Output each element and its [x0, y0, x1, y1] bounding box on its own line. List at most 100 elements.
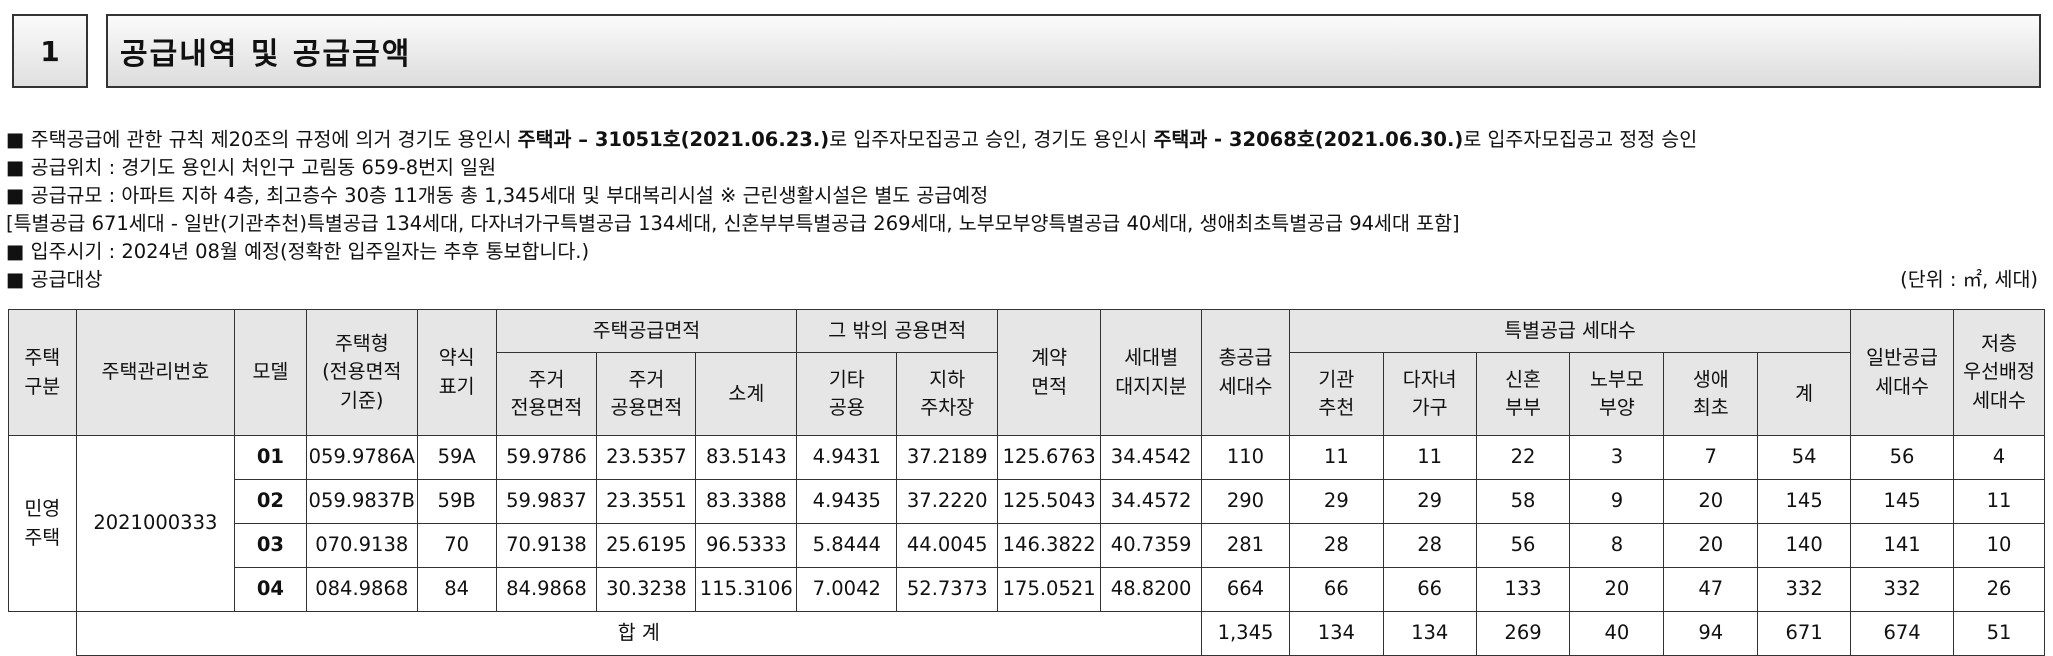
category-cell: 민영 주택: [8, 435, 77, 612]
bullet-icon: ■: [6, 184, 25, 207]
total-cell: 94: [1663, 611, 1759, 656]
table-cell: 059.9837B: [305, 479, 418, 524]
table-cell: 141: [1850, 523, 1955, 568]
table-row: 04 084.9868 84 84.9868 30.3238 115.3106 …: [9, 567, 2045, 612]
table-cell: 59B: [416, 479, 497, 524]
th-newlywed: 신혼 부부: [1475, 352, 1571, 436]
table-cell: 20: [1663, 523, 1759, 568]
table-cell: 146.3822: [997, 523, 1102, 568]
th-contract-area: 계약 면적: [997, 309, 1102, 436]
table-cell: 34.4572: [1100, 479, 1203, 524]
table-cell: 4.9431: [796, 435, 898, 480]
table-cell: 54: [1757, 435, 1852, 480]
scale-detail-text: [특별공급 671세대 - 일반(기관추천)특별공급 134세대, 다자녀가구특…: [6, 212, 1460, 235]
table-cell: 9: [1569, 479, 1665, 524]
table-cell: 59.9786: [495, 435, 598, 480]
section-title: 공급내역 및 공급금액: [106, 14, 2041, 88]
location-text: 공급위치 : 경기도 용인시 처인구 고림동 659-8번지 일원: [30, 156, 497, 179]
scale-text: 공급규모 : 아파트 지하 4층, 최고층수 30층 11개동 총 1,345세…: [30, 184, 989, 207]
table-cell: 7: [1663, 435, 1759, 480]
th-general: 일반공급 세대수: [1850, 309, 1955, 436]
note-move-in: ■ 입주시기 : 2024년 08월 예정(정확한 입주일자는 추후 통보합니다…: [6, 238, 2046, 266]
table-cell: 11: [1288, 435, 1384, 480]
th-common-area: 주거 공용면적: [596, 352, 697, 436]
th-etc-common: 기타 공용: [796, 352, 898, 436]
table-cell: 125.6763: [997, 435, 1102, 480]
table-cell: 02: [234, 479, 307, 524]
bullet-icon: ■: [6, 240, 25, 263]
total-cell: 269: [1475, 611, 1571, 656]
table-cell: 5.8444: [796, 523, 898, 568]
table-cell: 66: [1382, 567, 1477, 612]
table-cell: 44.0045: [896, 523, 999, 568]
th-short: 약식 표기: [416, 309, 497, 436]
table-cell: 332: [1850, 567, 1955, 612]
table-cell: 96.5333: [695, 523, 798, 568]
table-cell: 070.9138: [305, 523, 418, 568]
table-cell: 29: [1382, 479, 1477, 524]
table-cell: 59.9837: [495, 479, 598, 524]
table-cell: 20: [1663, 479, 1759, 524]
bullet-icon: ■: [6, 268, 25, 291]
table-cell: 133: [1475, 567, 1571, 612]
blank-cell: [8, 611, 77, 656]
th-subtotal: 소계: [695, 352, 798, 436]
total-cell: 40: [1569, 611, 1665, 656]
table-cell: 059.9786A: [305, 435, 418, 480]
table-cell: 115.3106: [695, 567, 798, 612]
note-target: ■ 공급대상 (단위 : ㎡, 세대): [6, 266, 2046, 294]
bullet-icon: ■: [6, 128, 25, 151]
unit-label: (단위 : ㎡, 세대): [1900, 268, 2038, 291]
th-inst: 기관 추천: [1288, 352, 1384, 436]
th-low-floor: 저층 우선배정 세대수: [1953, 309, 2045, 436]
table-cell: 3: [1569, 435, 1665, 480]
th-multi: 다자녀 가구: [1382, 352, 1477, 436]
total-cell: 51: [1953, 611, 2045, 656]
approval-suffix: 로 입주자모집공고 정정 승인: [1463, 128, 1698, 151]
note-scale-detail: [특별공급 671세대 - 일반(기관추천)특별공급 134세대, 다자녀가구특…: [6, 210, 2046, 238]
table-cell: 01: [234, 435, 307, 480]
table-cell: 59A: [416, 435, 497, 480]
table-cell: 28: [1288, 523, 1384, 568]
table-cell: 84: [416, 567, 497, 612]
table-cell: 70.9138: [495, 523, 598, 568]
total-row: 합 계 1,345 134 134 269 40 94 671 674 51: [8, 611, 2045, 656]
total-label: 합 계: [75, 611, 1203, 656]
table-cell: 281: [1201, 523, 1290, 568]
notes-block: ■ 주택공급에 관한 규칙 제20조의 규정에 의거 경기도 용인시 주택과 –…: [6, 126, 2046, 294]
table-cell: 28: [1382, 523, 1477, 568]
target-text: 공급대상: [30, 268, 103, 291]
th-first: 생애 최초: [1663, 352, 1759, 436]
table-cell: 20: [1569, 567, 1665, 612]
note-approval: ■ 주택공급에 관한 규칙 제20조의 규정에 의거 경기도 용인시 주택과 –…: [6, 126, 2046, 154]
total-cell: 671: [1757, 611, 1852, 656]
table-row: 민영 주택 2021000333 01 059.9786A 59A 59.978…: [8, 435, 2045, 612]
table-cell: 175.0521: [997, 567, 1102, 612]
th-total-supply: 총공급 세대수: [1201, 309, 1290, 436]
table-row: 02 059.9837B 59B 59.9837 23.3551 83.3388…: [9, 479, 2045, 524]
table-cell: 84.9868: [495, 567, 598, 612]
table-cell: 23.3551: [596, 479, 697, 524]
table-cell: 47: [1663, 567, 1759, 612]
table-cell: 56: [1850, 435, 1955, 480]
table-cell: 58: [1475, 479, 1571, 524]
table-cell: 11: [1382, 435, 1477, 480]
table-cell: 290: [1201, 479, 1290, 524]
table-cell: 4.9435: [796, 479, 898, 524]
table-cell: 084.9868: [305, 567, 418, 612]
table-cell: 664: [1201, 567, 1290, 612]
approval-number-2: 주택과 - 32068호(2021.06.30.): [1153, 128, 1464, 151]
table-cell: 83.5143: [695, 435, 798, 480]
total-cell: 674: [1850, 611, 1955, 656]
table-cell: 145: [1850, 479, 1955, 524]
total-cell: 134: [1288, 611, 1384, 656]
move-in-text: 입주시기 : 2024년 08월 예정(정확한 입주일자는 추후 통보합니다.): [30, 240, 590, 263]
th-housing-type: 주택 구분: [8, 309, 77, 436]
th-mgmt-no: 주택관리번호: [75, 309, 236, 436]
table-cell: 8: [1569, 523, 1665, 568]
note-scale: ■ 공급규모 : 아파트 지하 4층, 최고층수 30층 11개동 총 1,34…: [6, 182, 2046, 210]
table-cell: 23.5357: [596, 435, 697, 480]
table-cell: 56: [1475, 523, 1571, 568]
table-cell: 125.5043: [997, 479, 1102, 524]
table-cell: 25.6195: [596, 523, 697, 568]
